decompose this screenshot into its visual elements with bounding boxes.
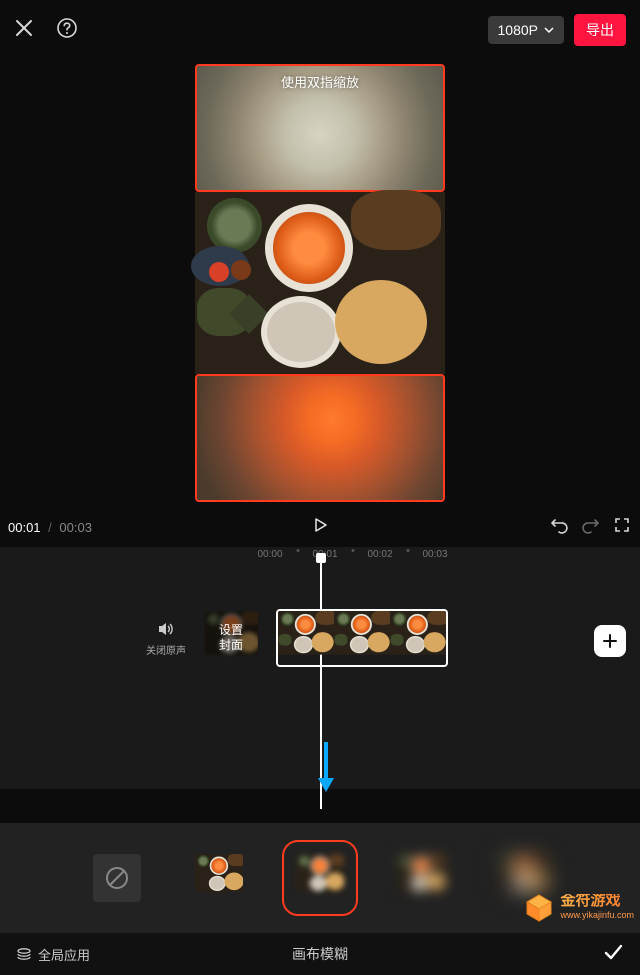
ruler-tick: 00:00 — [257, 549, 282, 560]
bottom-bar: 全局应用 画布模糊 — [0, 933, 640, 975]
redo-icon[interactable] — [582, 516, 600, 539]
time-display: 00:01 / 00:03 — [8, 520, 92, 535]
pinch-hint: 使用双指缩放 — [197, 72, 443, 91]
speaker-icon — [157, 620, 175, 638]
help-icon[interactable] — [56, 17, 78, 44]
top-bar-right: 1080P 导出 — [488, 14, 626, 46]
play-icon[interactable] — [313, 517, 329, 538]
playback-bar: 00:01 / 00:03 — [0, 505, 640, 547]
annotation-arrow — [316, 740, 336, 795]
top-bar: 1080P 导出 — [0, 0, 640, 60]
preview-canvas[interactable]: 使用双指缩放 — [195, 60, 445, 505]
ruler-tick: 00:03 — [422, 549, 447, 560]
export-button[interactable]: 导出 — [574, 14, 626, 46]
close-icon[interactable] — [14, 18, 34, 43]
mute-button[interactable]: 关闭原声 — [146, 620, 186, 657]
add-clip-button[interactable] — [594, 625, 626, 657]
blur-option-3[interactable] — [397, 854, 445, 902]
panel-title: 画布模糊 — [0, 944, 640, 964]
resolution-button[interactable]: 1080P — [488, 16, 564, 44]
plus-icon — [601, 632, 619, 650]
mute-label: 关闭原声 — [146, 642, 186, 657]
export-label: 导出 — [586, 22, 614, 38]
resolution-label: 1080P — [498, 22, 538, 38]
undo-icon[interactable] — [550, 516, 568, 539]
chevron-down-icon — [544, 25, 554, 35]
time-current: 00:01 — [8, 520, 41, 535]
set-cover-label: 设置 封面 — [219, 623, 243, 653]
video-clip[interactable] — [276, 609, 448, 667]
blur-options-panel — [0, 823, 640, 933]
video-frame — [195, 192, 445, 374]
top-bar-left — [14, 17, 78, 44]
none-icon — [104, 865, 130, 891]
set-cover-button[interactable]: 设置 封面 — [204, 611, 258, 665]
blur-option-1[interactable] — [195, 854, 243, 902]
fullscreen-icon[interactable] — [614, 517, 630, 538]
time-separator: / — [48, 520, 52, 535]
time-duration: 00:03 — [59, 520, 92, 535]
blur-region-top: 使用双指缩放 — [195, 64, 445, 192]
blur-region-bottom — [195, 374, 445, 502]
confirm-icon[interactable] — [602, 941, 624, 968]
blur-option-2[interactable] — [296, 854, 344, 902]
blur-option-4[interactable] — [499, 854, 547, 902]
ruler-tick: 00:02 — [367, 549, 392, 560]
blur-option-none[interactable] — [93, 854, 141, 902]
